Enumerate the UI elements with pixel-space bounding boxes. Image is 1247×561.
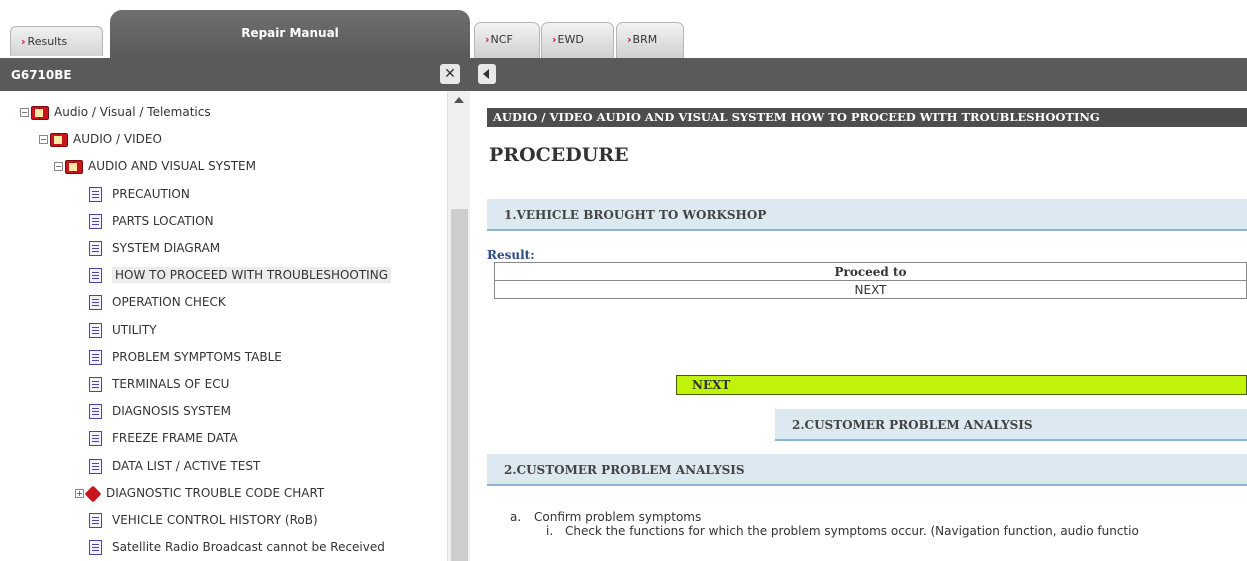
tree-item-label: UTILITY — [112, 323, 157, 337]
tree-item[interactable]: − AUDIO / VIDEO — [39, 128, 162, 150]
tree-item[interactable]: SYSTEM DIAGRAM — [89, 237, 220, 259]
navigation-tree: − Audio / Visual / Telematics − AUDIO / VID… — [0, 91, 447, 561]
breadcrumb: AUDIO / VIDEO AUDIO AND VISUAL SYSTEM HO… — [487, 108, 1247, 127]
tree-scrollbar[interactable] — [447, 91, 470, 561]
tab-ncf[interactable]: ›NCF — [474, 22, 540, 58]
tree-item[interactable]: − AUDIO AND VISUAL SYSTEM — [54, 155, 256, 177]
tree-item-label: FREEZE FRAME DATA — [112, 431, 238, 445]
chevron-right-icon: › — [485, 33, 490, 46]
tree-item-label: VEHICLE CONTROL HISTORY (RoB) — [112, 513, 318, 527]
list-item-text: Check the functions for which the proble… — [565, 524, 1139, 538]
dtc-chart-icon — [85, 485, 101, 501]
document-icon — [89, 267, 102, 283]
tree-item[interactable]: DATA LIST / ACTIVE TEST — [89, 455, 260, 477]
tree-item-label: HOW TO PROCEED WITH TROUBLESHOOTING — [112, 267, 391, 283]
tree-item[interactable]: HOW TO PROCEED WITH TROUBLESHOOTING — [89, 264, 391, 286]
document-icon — [89, 294, 102, 310]
tree-item-label: AUDIO / VIDEO — [73, 132, 162, 146]
tree-item[interactable]: PARTS LOCATION — [89, 210, 214, 232]
expand-toggle-icon[interactable]: + — [75, 488, 84, 498]
step-link-2[interactable]: 2.CUSTOMER PROBLEM ANALYSIS — [775, 409, 1247, 441]
tree-item[interactable]: VEHICLE CONTROL HISTORY (RoB) — [89, 509, 318, 531]
tab-brm-label: BRM — [632, 33, 658, 46]
document-icon — [89, 430, 102, 446]
tree-item-label: PARTS LOCATION — [112, 214, 214, 228]
chevron-right-icon: › — [627, 33, 632, 46]
list-item: a. Confirm problem symptoms — [510, 510, 1139, 524]
tree-item-label: TERMINALS OF ECU — [112, 377, 230, 391]
manual-id-title: G6710BE — [11, 68, 72, 82]
list-item: i. Check the functions for which the prob… — [510, 524, 1139, 538]
document-content: AUDIO / VIDEO AUDIO AND VISUAL SYSTEM HO… — [470, 91, 1247, 561]
document-icon — [89, 213, 102, 229]
list-item-text: Confirm problem symptoms — [534, 510, 702, 524]
tree-item-label: Audio / Visual / Telematics — [54, 105, 211, 119]
scrollbar-thumb[interactable] — [451, 209, 468, 561]
step-heading-1: 1.VEHICLE BROUGHT TO WORKSHOP — [487, 199, 1247, 231]
tab-ewd[interactable]: ›EWD — [541, 22, 614, 58]
chevron-right-icon: › — [552, 33, 557, 46]
right-panel-header — [470, 58, 1247, 91]
tree-item[interactable]: − Audio / Visual / Telematics — [20, 101, 211, 123]
tab-results-label: Results — [27, 35, 68, 48]
close-icon[interactable]: ✕ — [440, 64, 460, 84]
collapse-toggle-icon[interactable]: − — [54, 161, 63, 171]
collapse-toggle-icon[interactable]: − — [39, 134, 48, 144]
document-icon — [89, 376, 102, 392]
document-icon — [89, 512, 102, 528]
right-tab-bar: ›NCF ›EWD ›BRM — [470, 0, 1247, 58]
document-icon — [89, 240, 102, 256]
tree-item[interactable]: Satellite Radio Broadcast cannot be Rece… — [89, 536, 385, 558]
tree-item-label: PROBLEM SYMPTOMS TABLE — [112, 350, 282, 364]
step-heading-2: 2.CUSTOMER PROBLEM ANALYSIS — [487, 454, 1247, 486]
tree-item-label: Satellite Radio Broadcast cannot be Rece… — [112, 540, 385, 554]
document-icon — [89, 458, 102, 474]
tree-item-label: SYSTEM DIAGRAM — [112, 241, 221, 255]
tree-item[interactable]: PROBLEM SYMPTOMS TABLE — [89, 346, 282, 368]
tab-repair-manual-label: Repair Manual — [241, 26, 339, 40]
tree-item[interactable]: DIAGNOSIS SYSTEM — [89, 400, 231, 422]
left-panel-header: G6710BE ✕ — [0, 58, 470, 91]
instruction-list: a. Confirm problem symptoms i. Check the f… — [510, 510, 1139, 538]
collapse-left-icon[interactable] — [478, 64, 496, 84]
tree-item-label: OPERATION CHECK — [112, 295, 226, 309]
next-indicator: NEXT — [676, 375, 1247, 395]
result-label: Result: — [487, 248, 535, 262]
tree-item[interactable]: UTILITY — [89, 319, 157, 341]
tree-item-label: DIAGNOSTIC TROUBLE CODE CHART — [106, 486, 325, 500]
list-marker: a. — [510, 510, 522, 524]
tree-item[interactable]: PRECAUTION — [89, 183, 190, 205]
book-icon — [49, 132, 69, 147]
book-icon — [30, 105, 50, 120]
tab-repair-manual[interactable]: Repair Manual — [110, 10, 470, 58]
tree-item[interactable]: + DIAGNOSTIC TROUBLE CODE CHART — [75, 482, 324, 504]
tree-item[interactable]: OPERATION CHECK — [89, 291, 226, 313]
document-icon — [89, 349, 102, 365]
collapse-toggle-icon[interactable]: − — [20, 107, 29, 117]
document-icon — [89, 186, 102, 202]
scroll-up-arrow-icon[interactable] — [454, 97, 464, 103]
tree-item[interactable]: FREEZE FRAME DATA — [89, 427, 238, 449]
tree-item-label: DATA LIST / ACTIVE TEST — [112, 459, 261, 473]
left-tab-bar: › Results Repair Manual — [0, 0, 470, 58]
tab-ewd-label: EWD — [557, 33, 584, 46]
document-icon — [89, 539, 102, 555]
tab-brm[interactable]: ›BRM — [616, 22, 684, 58]
tab-ncf-label: NCF — [490, 33, 513, 46]
tree-item-label: PRECAUTION — [112, 187, 190, 201]
table-cell: NEXT — [494, 280, 1247, 299]
tree-item-label: DIAGNOSIS SYSTEM — [112, 404, 231, 418]
book-icon — [64, 159, 84, 174]
chevron-right-icon: › — [21, 35, 26, 48]
document-icon — [89, 322, 102, 338]
page-title: PROCEDURE — [489, 144, 629, 166]
tree-item-label: AUDIO AND VISUAL SYSTEM — [88, 159, 256, 173]
result-table: Proceed to NEXT — [494, 262, 1247, 299]
document-icon — [89, 403, 102, 419]
tree-item[interactable]: TERMINALS OF ECU — [89, 373, 229, 395]
list-marker: i. — [546, 524, 554, 538]
table-header-cell: Proceed to — [494, 262, 1247, 281]
tab-results[interactable]: › Results — [10, 26, 103, 56]
